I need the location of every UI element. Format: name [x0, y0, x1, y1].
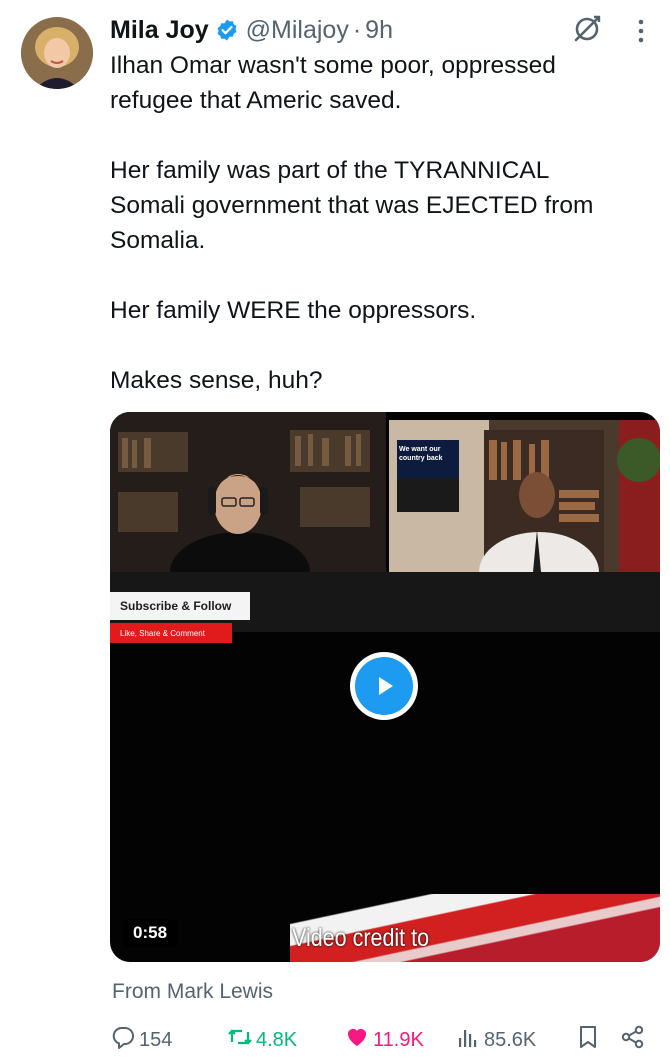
reply-button[interactable]: 154 [110, 1024, 172, 1056]
author-name[interactable]: Mila Joy [110, 16, 209, 45]
tweet-line: Somalia. [110, 227, 206, 254]
play-icon [355, 657, 413, 715]
video-attribution[interactable]: From Mark Lewis [112, 980, 273, 1004]
video-frame-left [110, 412, 386, 612]
more-icon[interactable] [636, 16, 646, 46]
video-player[interactable]: We want our country back Subscribe & Fol… [110, 412, 660, 962]
share-icon [620, 1024, 649, 1056]
bookmark-button[interactable] [575, 1024, 604, 1056]
views-icon [455, 1024, 484, 1056]
views-button[interactable]: 85.6K [455, 1024, 536, 1056]
tweet-line: Makes sense, huh? [110, 367, 323, 394]
avatar[interactable] [21, 17, 93, 89]
author-handle[interactable]: @Milajoy [246, 16, 349, 45]
reply-icon [110, 1024, 139, 1056]
like-count: 11.9K [373, 1028, 424, 1051]
subscribe-banner: Subscribe & Follow [110, 592, 250, 620]
bookmark-icon [575, 1024, 604, 1056]
like-button[interactable]: 11.9K [344, 1024, 424, 1056]
tweet-line: Ilhan Omar wasn't some poor, oppressed [110, 52, 556, 79]
like-icon [344, 1024, 373, 1056]
tweet-line: Somali government that was EJECTED from [110, 192, 594, 219]
repost-count: 4.8K [256, 1028, 298, 1051]
reply-count: 154 [139, 1028, 173, 1051]
video-duration: 0:58 [123, 919, 178, 947]
tweet-line: Her family was part of the TYRANNICAL [110, 157, 550, 184]
repost-button[interactable]: 4.8K [227, 1024, 297, 1056]
video-caption: Video credit to [292, 924, 430, 952]
grok-icon[interactable] [570, 12, 604, 46]
action-bar: 154 4.8K 11.9K 85.6K [110, 1024, 650, 1056]
likeshare-banner: Like, Share & Comment [110, 623, 232, 643]
repost-icon [227, 1024, 256, 1056]
separator-dot: · [352, 15, 362, 44]
tweet-line: Her family WERE the oppressors. [110, 297, 477, 324]
verified-badge-icon [215, 18, 239, 42]
tweet-header: Mila Joy @Milajoy · 9h [110, 13, 393, 47]
tweet: Mila Joy @Milajoy · 9h Ilhan Omar wasn't… [0, 0, 670, 1064]
play-button[interactable] [350, 652, 418, 720]
share-button[interactable] [620, 1024, 649, 1056]
video-frame-right: We want our country back [389, 420, 660, 612]
sign-text: We want our country back [399, 446, 443, 462]
timestamp[interactable]: 9h [365, 16, 393, 45]
tweet-line: refugee that Americ saved. [110, 87, 402, 114]
views-count: 85.6K [484, 1028, 537, 1051]
tweet-text: Ilhan Omar wasn't some poor, oppressed r… [110, 48, 655, 398]
